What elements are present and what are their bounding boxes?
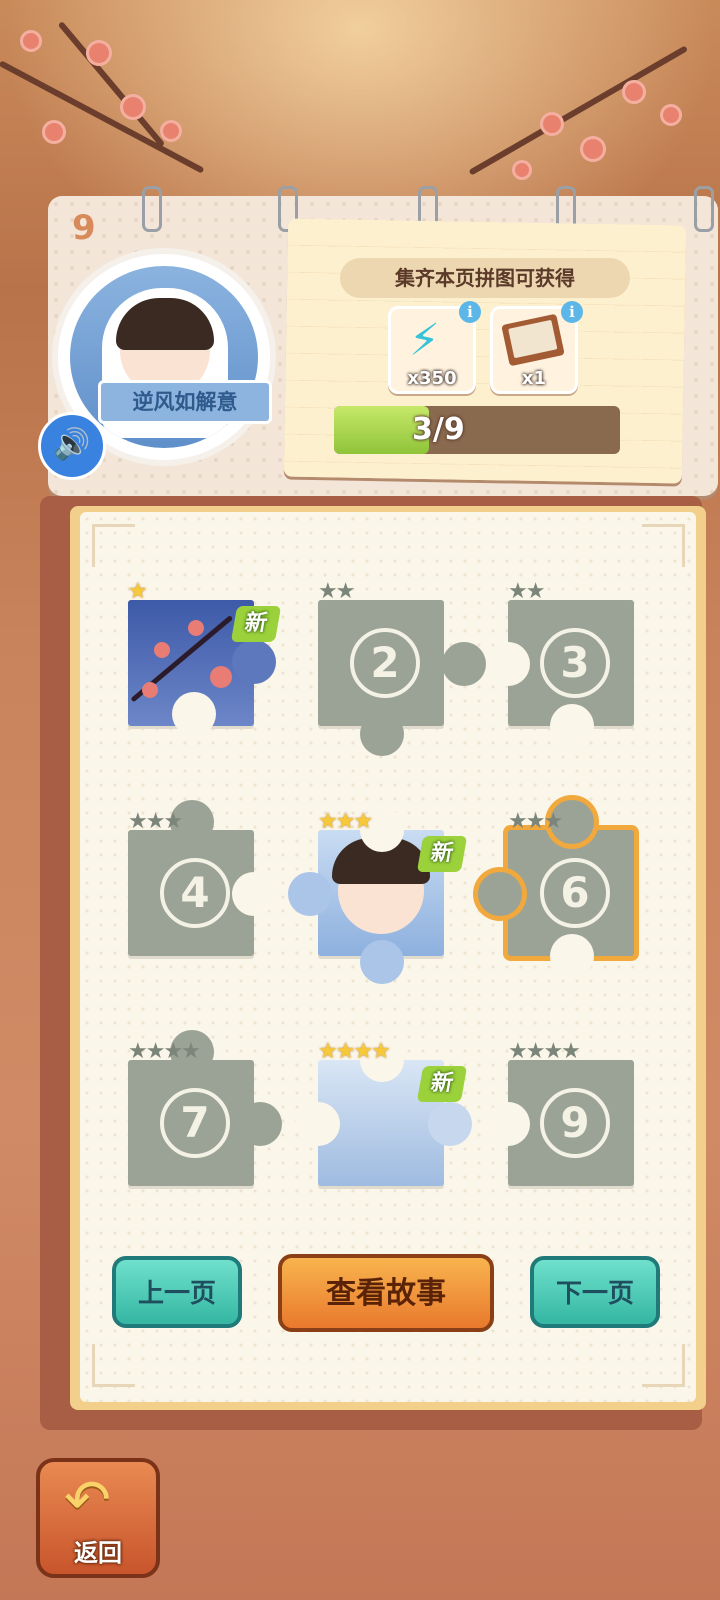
character-name: 逆风如解意 <box>98 380 272 424</box>
puzzle-piece-7[interactable]: 7 <box>128 1030 282 1186</box>
page-number: 9 <box>72 208 96 248</box>
flower-detail <box>188 620 204 636</box>
back-arrow-icon: ↶ <box>64 1468 111 1533</box>
piece-number: 7 <box>160 1088 230 1158</box>
view-story-button[interactable]: 查看故事 <box>278 1254 494 1332</box>
next-page-button[interactable]: 下一页 <box>530 1256 660 1328</box>
piece-knob <box>288 872 332 916</box>
piece-stars-2: ★★ <box>318 579 355 604</box>
piece-notch <box>296 1102 340 1146</box>
info-icon[interactable]: i <box>561 301 583 323</box>
puzzle-piece-6[interactable]: 6 <box>478 800 634 978</box>
new-badge: 新 <box>416 836 468 872</box>
piece-stars-1: ★ <box>128 579 148 604</box>
piece-stars-5: ★★★ <box>318 809 373 834</box>
puzzle-piece-4[interactable]: 4 <box>128 800 276 956</box>
binder-ring <box>142 186 162 232</box>
piece-knob <box>442 642 486 686</box>
piece-stars-3: ★★ <box>508 579 545 604</box>
piece-notch <box>550 934 594 978</box>
piece-knob <box>428 1102 472 1146</box>
piece-notch <box>486 642 530 686</box>
piece-number: 3 <box>540 628 610 698</box>
piece-knob <box>360 940 404 984</box>
piece-stars-7: ★★★★ <box>128 1039 201 1064</box>
piece-knob <box>232 640 276 684</box>
lightning-icon: ⚡ <box>409 315 440 366</box>
piece-number: 9 <box>540 1088 610 1158</box>
binder-ring <box>694 186 714 232</box>
corner-ornament <box>642 524 685 567</box>
piece-knob <box>238 1102 282 1146</box>
flower-detail <box>142 682 158 698</box>
progress-bar <box>334 406 620 454</box>
flower-detail <box>154 642 170 658</box>
piece-number: 4 <box>160 858 230 928</box>
speaker-icon[interactable]: 🔊 <box>38 412 106 480</box>
plum-blossom <box>512 160 532 180</box>
puzzle-piece-2[interactable]: 2 <box>318 600 486 756</box>
back-button[interactable]: ↶ 返回 <box>36 1458 160 1578</box>
piece-stars-6: ★★★ <box>508 809 563 834</box>
back-label: 返回 <box>74 1539 122 1567</box>
corner-ornament <box>92 524 135 567</box>
progress-text: 3/9 <box>412 412 465 447</box>
plum-blossom <box>660 104 682 126</box>
reward-item-book[interactable]: x1 i <box>490 301 583 394</box>
plum-blossom <box>622 80 646 104</box>
corner-ornament <box>92 1344 135 1387</box>
plum-blossom <box>160 120 182 142</box>
new-badge: 新 <box>230 606 282 642</box>
plum-blossom <box>20 30 42 52</box>
puzzle-piece-3[interactable]: 3 <box>486 600 634 748</box>
plum-blossom <box>86 40 112 66</box>
plum-blossom <box>120 94 146 120</box>
piece-stars-9: ★★★★ <box>508 1039 581 1064</box>
puzzle-piece-9[interactable]: 9 <box>486 1060 634 1186</box>
piece-notch <box>172 692 216 736</box>
new-badge: 新 <box>416 1066 468 1102</box>
piece-knob <box>478 872 522 916</box>
piece-notch <box>232 872 276 916</box>
piece-stars-4: ★★★ <box>128 809 183 834</box>
reward-title: 集齐本页拼图可获得 <box>340 258 630 298</box>
piece-stars-8: ★★★★ <box>318 1039 391 1064</box>
reward-item-energy[interactable]: ⚡ x350 i <box>388 301 481 394</box>
piece-knob <box>360 712 404 756</box>
corner-ornament <box>642 1344 685 1387</box>
info-icon[interactable]: i <box>459 301 481 323</box>
piece-notch <box>486 1102 530 1146</box>
piece-number: 2 <box>350 628 420 698</box>
book-pen-icon <box>501 313 565 367</box>
plum-blossom <box>540 112 564 136</box>
flower-detail <box>210 666 232 688</box>
plum-blossom <box>580 136 606 162</box>
reward-qty: x350 <box>407 368 457 389</box>
reward-qty: x1 <box>521 368 547 389</box>
piece-notch <box>550 704 594 748</box>
prev-page-button[interactable]: 上一页 <box>112 1256 242 1328</box>
plum-blossom <box>42 120 66 144</box>
piece-number: 6 <box>540 858 610 928</box>
